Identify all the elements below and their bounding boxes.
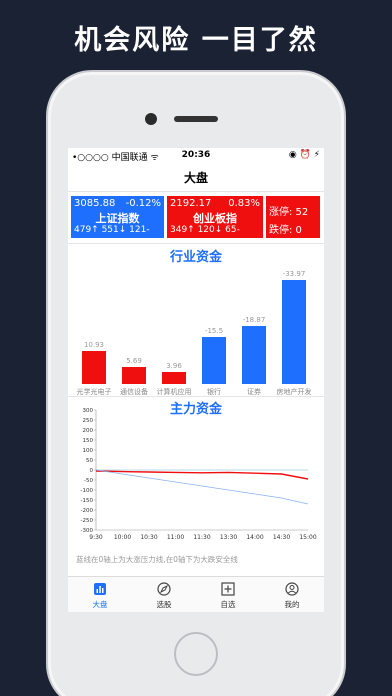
industry-bar-value: -15.5 <box>204 326 224 335</box>
y-tick-label: -100 <box>81 488 94 494</box>
tab-label: 选股 <box>156 600 172 609</box>
tab-stock-picker[interactable]: 选股 <box>132 577 196 612</box>
industry-bar <box>202 336 226 384</box>
tab-profile[interactable]: 我的 <box>260 577 324 612</box>
plus-square-icon <box>221 582 235 596</box>
x-tick-label: 14:00 <box>246 534 263 541</box>
shanghai-index-change: -0.12% <box>125 198 161 209</box>
y-tick-label: 100 <box>83 448 94 454</box>
tab-market[interactable]: 大盘 <box>68 577 132 612</box>
divider <box>68 396 324 397</box>
y-tick-label: 0 <box>90 468 94 474</box>
chinext-index-stats: 349↑ 120↓ 65- <box>170 225 240 235</box>
clock: 20:36 <box>181 150 211 160</box>
divider <box>68 243 324 244</box>
industry-bar <box>282 280 306 384</box>
bar-chart-icon <box>94 583 106 595</box>
x-tick-label: 10:00 <box>114 534 131 541</box>
y-tick-label: -150 <box>81 498 94 504</box>
industry-bar <box>242 326 266 384</box>
tab-label: 我的 <box>284 600 300 609</box>
home-button[interactable] <box>174 632 218 676</box>
front-camera <box>145 113 157 125</box>
tab-label: 自选 <box>220 600 236 609</box>
y-tick-label: -200 <box>81 508 94 514</box>
chinext-index-name: 创业板指 <box>193 212 237 225</box>
y-tick-label: 200 <box>83 428 94 434</box>
y-tick-label: 50 <box>86 458 93 464</box>
page-title: 大盘 <box>68 164 324 192</box>
compass-icon <box>157 582 171 596</box>
chinext-index-value: 2192.17 <box>170 198 212 209</box>
headline: 机会风险 一目了然 <box>74 25 318 56</box>
status-indicators: ◉ ⏰ ⚡ <box>288 150 320 160</box>
x-tick-label: 15:00 <box>299 534 316 541</box>
shanghai-index-value: 3085.88 <box>74 198 116 209</box>
y-tick-label: -250 <box>81 518 94 524</box>
industry-funds-chart: 10.93 光学光电子 5.69 通信设备 3.96 计算机应用 -15.5 银行 -18.87… <box>68 262 324 396</box>
y-tick-label: -50 <box>84 478 93 484</box>
x-tick-label: 11:00 <box>167 534 184 541</box>
industry-bar <box>82 350 106 384</box>
shanghai-index-name: 上证指数 <box>95 212 140 225</box>
tab-watchlist[interactable]: 自选 <box>196 577 260 612</box>
limit-up-count: 涨停: 52 <box>269 207 309 218</box>
x-tick-label: 14:30 <box>273 534 290 541</box>
user-icon <box>285 582 299 596</box>
chinext-index-change: 0.83% <box>228 198 260 209</box>
earpiece-speaker <box>174 116 218 122</box>
industry-bar-value: 10.93 <box>83 340 105 349</box>
app-screen: •○○○○ 中国联通 ᯤ 20:36 ◉ ⏰ ⚡ 大盘 3085.88 -0.1… <box>68 148 324 612</box>
trend-line <box>95 469 309 505</box>
index-panel: 3085.88 -0.12% 上证指数 479↑ 551↓ 121- 2192.… <box>68 196 324 238</box>
industry-bar-value: -33.97 <box>282 270 306 278</box>
tab-label: 大盘 <box>92 600 108 609</box>
tab-bar: 大盘 选股 自选 我的 <box>68 576 324 612</box>
industry-bar <box>122 366 146 384</box>
status-bar: •○○○○ 中国联通 ᯤ 20:36 ◉ ⏰ ⚡ <box>68 148 324 164</box>
chinext-index-card[interactable]: 2192.17 0.83% 创业板指 349↑ 120↓ 65- <box>167 196 263 238</box>
limit-stats-card[interactable]: 涨停: 52 跌停: 0 <box>266 196 320 238</box>
x-tick-label: 11:30 <box>193 534 210 541</box>
shanghai-index-card[interactable]: 3085.88 -0.12% 上证指数 479↑ 551↓ 121- <box>71 196 164 238</box>
x-tick-label: 10:30 <box>140 534 157 541</box>
y-tick-label: 150 <box>83 438 94 444</box>
industry-bar-value: -18.87 <box>242 316 266 325</box>
limit-down-count: 跌停: 0 <box>269 225 302 236</box>
industry-bar-value: 3.96 <box>166 361 182 370</box>
industry-bar <box>162 371 186 384</box>
y-tick-label: 300 <box>83 408 94 414</box>
x-tick-label: 9:30 <box>89 534 103 541</box>
y-tick-label: 250 <box>83 418 94 424</box>
chart-note: 蓝线在0轴上为大涨压力线,在0轴下为大跌安全线 <box>76 555 238 564</box>
industry-bar-value: 5.69 <box>126 356 142 365</box>
shanghai-index-stats: 479↑ 551↓ 121- <box>74 225 150 235</box>
x-tick-label: 13:30 <box>220 534 237 541</box>
main-funds-chart: 300250200150100500-50-100-150-200-250-30… <box>81 408 317 541</box>
